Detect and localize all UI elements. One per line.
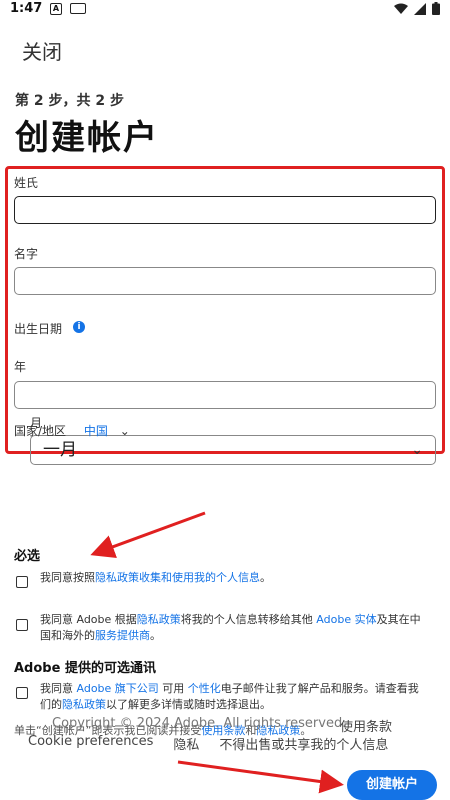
status-bar: 1:47 A <box>0 0 450 18</box>
cookie-preferences-link[interactable]: Cookie preferences <box>28 734 153 753</box>
first-name-label: 名字 <box>14 247 39 261</box>
consent2-suffix: 。 <box>150 629 161 642</box>
consent-text-1: 我同意按照隐私政策收集和使用我的个人信息。 <box>40 570 425 586</box>
consent-checkbox-2[interactable] <box>16 619 28 631</box>
signal-icon <box>414 2 426 15</box>
consent1-suffix: 。 <box>260 571 271 584</box>
first-name-field[interactable] <box>14 267 436 295</box>
keyboard-icon <box>70 3 86 14</box>
year-field[interactable] <box>14 381 436 409</box>
privacy-policy-link-2[interactable]: 隐私政策 <box>62 698 106 711</box>
privacy-footer-link[interactable]: 隐私 <box>173 734 199 753</box>
service-providers-link[interactable]: 服务提供商 <box>95 629 150 642</box>
required-heading: 必选 <box>14 549 41 564</box>
consent2-mid: 将我的个人信息转移给其他 <box>180 613 317 626</box>
marketing-text: 我同意 Adobe 旗下公司 可用 个性化电子邮件让我了解产品和服务。请查看我们… <box>40 681 425 713</box>
notification-a-icon: A <box>50 3 62 15</box>
adobe-family-link[interactable]: Adobe 旗下公司 <box>77 682 159 695</box>
wifi-icon <box>394 3 408 14</box>
optional-heading: Adobe 提供的可选通讯 <box>14 661 156 676</box>
arrow-to-create <box>177 760 344 794</box>
last-name-label: 姓氏 <box>14 176 39 190</box>
country-label: 国家/地区 <box>14 424 67 438</box>
marketing-mid: 可用 <box>158 682 188 695</box>
step-indicator: 第 2 步，共 2 步 <box>15 93 124 109</box>
consent-checkbox-1[interactable] <box>16 576 28 588</box>
personalized-link[interactable]: 个性化 <box>188 682 221 695</box>
do-not-sell-link[interactable]: 不得出售或共享我的个人信息 <box>219 734 388 753</box>
adobe-entities-link[interactable]: Adobe 实体 <box>316 613 376 626</box>
marketing-suffix: 以了解更多详情或随时选择退出。 <box>106 698 271 711</box>
marketing-prefix: 我同意 <box>40 682 77 695</box>
create-account-button[interactable]: 创建帐户 <box>347 770 437 800</box>
app-bar: 关闭 <box>0 18 450 74</box>
page-title: 创建帐户 <box>15 118 159 158</box>
last-name-field[interactable] <box>14 196 436 224</box>
status-time: 1:47 <box>10 1 43 16</box>
country-region-row: 国家/地区 中国 ⌄ <box>14 422 130 439</box>
consent-text-2: 我同意 Adobe 根据隐私政策将我的个人信息转移给其他 Adobe 实体及其在… <box>40 612 425 644</box>
consent2-prefix: 我同意 Adobe 根据 <box>40 613 137 626</box>
consent1-prefix: 我同意按照 <box>40 571 95 584</box>
footer-links: Cookie preferences 隐私 不得出售或共享我的个人信息 <box>28 734 388 753</box>
month-value: 一月 <box>43 440 77 460</box>
chevron-down-icon: ⌄ <box>411 442 423 458</box>
close-button[interactable]: 关闭 <box>22 36 62 65</box>
month-select[interactable]: 一月 ⌄ <box>30 435 436 465</box>
country-select[interactable]: 中国 <box>84 424 108 438</box>
arrow-to-required <box>90 511 206 559</box>
footer-terms-link[interactable]: 使用条款 <box>340 716 440 735</box>
year-label: 年 <box>14 360 27 374</box>
chevron-down-icon[interactable]: ⌄ <box>120 424 130 438</box>
privacy-collect-link[interactable]: 隐私政策收集和使用我的个人信息 <box>95 571 260 584</box>
battery-icon <box>432 2 440 15</box>
info-icon[interactable]: i <box>73 321 85 333</box>
marketing-checkbox[interactable] <box>16 687 28 699</box>
privacy-policy-link[interactable]: 隐私政策 <box>137 613 181 626</box>
dob-label: 出生日期 <box>14 322 63 336</box>
